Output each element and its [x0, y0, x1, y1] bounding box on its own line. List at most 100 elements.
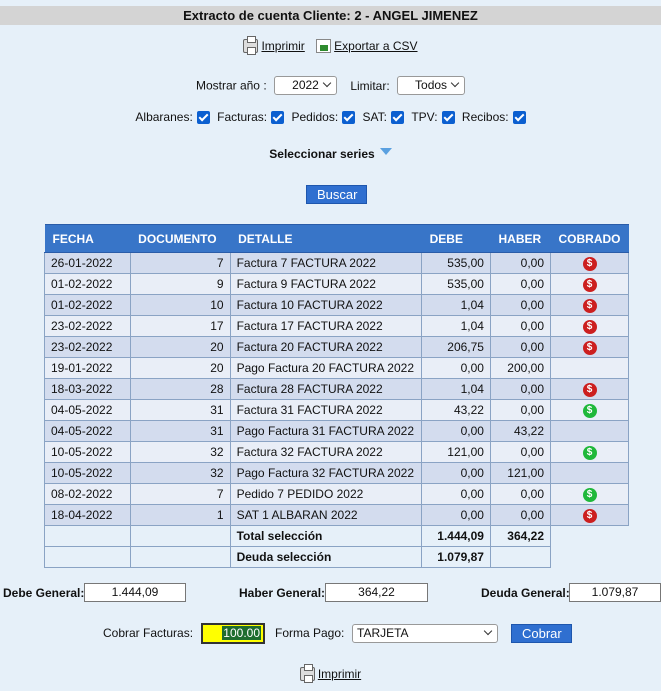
chevron-down-icon	[483, 626, 493, 636]
cell-documento: 20	[129, 336, 231, 358]
cell-detalle: Factura 28 FACTURA 2022	[229, 378, 423, 400]
filter-tpv-label: TPV:	[411, 110, 438, 124]
table-header-row: FECHA DOCUMENTO DETALLE DEBE HABER COBRA…	[44, 224, 629, 253]
cell-detalle: SAT 1 ALBARAN 2022	[229, 504, 423, 526]
forma-pago-label: Forma Pago:	[275, 626, 345, 640]
paid-dollar-icon[interactable]: $	[582, 404, 597, 418]
blank-cell	[44, 546, 131, 568]
cell-haber: 121,00	[489, 462, 552, 484]
unpaid-dollar-icon[interactable]: $	[582, 299, 597, 313]
cell-debe: 0,00	[421, 483, 491, 505]
cell-debe: 535,00	[421, 252, 491, 274]
paid-dollar-icon[interactable]: $	[582, 488, 597, 502]
cell-fecha: 23-02-2022	[44, 315, 131, 337]
unpaid-dollar-icon[interactable]: $	[582, 509, 597, 523]
total-debe: 1.444,09	[421, 525, 491, 547]
cell-haber: 0,00	[489, 483, 552, 505]
haber-general-field: 364,22	[325, 583, 428, 602]
unpaid-dollar-icon[interactable]: $	[582, 320, 597, 334]
cell-cobrado	[550, 462, 629, 484]
cell-cobrado: $	[550, 315, 629, 337]
cell-debe: 206,75	[421, 336, 491, 358]
unpaid-dollar-icon[interactable]: $	[582, 278, 597, 292]
albaranes-checkbox[interactable]	[196, 110, 210, 124]
cell-documento: 31	[129, 399, 231, 421]
sat-checkbox[interactable]	[390, 110, 404, 124]
paid-dollar-icon[interactable]: $	[582, 446, 597, 460]
table-row: 26-01-2022 7 Factura 7 FACTURA 2022 535,00 0…	[44, 252, 629, 274]
table-row: 23-02-2022 20 Factura 20 FACTURA 2022 206,7…	[44, 336, 629, 358]
bottom-print-link[interactable]: Imprimir	[299, 664, 361, 683]
cell-detalle: Factura 31 FACTURA 2022	[229, 399, 423, 421]
table-row: 01-02-2022 9 Factura 9 FACTURA 2022 535,00 0…	[44, 273, 629, 295]
blank-cell	[489, 546, 552, 568]
blank-cell	[129, 546, 231, 568]
cell-haber: 0,00	[489, 252, 552, 274]
cell-cobrado: $	[550, 378, 629, 400]
blank-cell	[550, 525, 629, 547]
cobrar-row: Cobrar Facturas: 100.00 Forma Pago: TARJ…	[0, 623, 661, 645]
export-csv-link[interactable]: Exportar a CSV	[316, 39, 418, 53]
cell-fecha: 01-02-2022	[44, 273, 131, 295]
cell-fecha: 23-02-2022	[44, 336, 131, 358]
print-link[interactable]: Imprimir	[243, 36, 305, 55]
cell-fecha: 08-02-2022	[44, 483, 131, 505]
pedidos-checkbox[interactable]	[342, 110, 356, 124]
cell-haber: 0,00	[489, 504, 552, 526]
cell-fecha: 10-05-2022	[44, 462, 131, 484]
cell-debe: 0,00	[421, 420, 491, 442]
forma-pago-value: TARJETA	[357, 626, 409, 640]
cell-debe: 1,04	[421, 294, 491, 316]
unpaid-dollar-icon[interactable]: $	[582, 341, 597, 355]
blank-cell	[550, 546, 629, 568]
cobrar-button[interactable]: Cobrar	[511, 624, 572, 643]
filter-facturas-label: Facturas:	[217, 110, 268, 124]
search-button[interactable]: Buscar	[306, 185, 367, 204]
col-detalle: DETALLE	[230, 224, 422, 253]
filter-row: Mostrar año : 2022 Limitar: Todos	[0, 76, 661, 95]
col-haber: HABER	[490, 224, 551, 253]
limit-label: Limitar:	[350, 78, 390, 93]
table-row: 04-05-2022 31 Factura 31 FACTURA 2022 43,22…	[44, 399, 629, 421]
cell-cobrado: $	[550, 252, 629, 274]
general-totals: Debe General: 1.444,09 Haber General: 36…	[0, 583, 661, 603]
facturas-checkbox[interactable]	[271, 110, 285, 124]
cell-documento: 17	[129, 315, 231, 337]
cell-haber: 0,00	[489, 378, 552, 400]
cell-fecha: 01-02-2022	[44, 294, 131, 316]
deuda-label: Deuda selección	[229, 546, 423, 568]
filter-facturas: Facturas:	[217, 110, 285, 124]
cell-debe: 0,00	[421, 504, 491, 526]
cell-haber: 0,00	[489, 399, 552, 421]
col-documento: DOCUMENTO	[130, 224, 231, 253]
deuda-general-field: 1.079,87	[569, 583, 661, 602]
cell-documento: 7	[129, 252, 231, 274]
filter-sat-label: SAT:	[362, 110, 387, 124]
col-fecha: FECHA	[44, 224, 131, 253]
limit-select[interactable]: Todos	[397, 76, 466, 95]
cell-fecha: 10-05-2022	[44, 441, 131, 463]
unpaid-dollar-icon[interactable]: $	[582, 257, 597, 271]
cell-documento: 10	[129, 294, 231, 316]
cell-debe: 0,00	[421, 357, 491, 379]
cell-cobrado	[550, 357, 629, 379]
cell-documento: 31	[129, 420, 231, 442]
year-select[interactable]: 2022	[274, 76, 337, 95]
tpv-checkbox[interactable]	[441, 110, 455, 124]
table-row: 23-02-2022 17 Factura 17 FACTURA 2022 1,04 0…	[44, 315, 629, 337]
cell-cobrado: $	[550, 504, 629, 526]
cell-debe: 0,00	[421, 462, 491, 484]
total-label: Total selección	[229, 525, 423, 547]
cell-cobrado: $	[550, 483, 629, 505]
top-actions: Imprimir Exportar a CSV	[0, 36, 661, 56]
select-series-toggle[interactable]: Seleccionar series	[0, 147, 661, 161]
unpaid-dollar-icon[interactable]: $	[582, 383, 597, 397]
table-row: 18-03-2022 28 Factura 28 FACTURA 2022 1,04 0…	[44, 378, 629, 400]
recibos-checkbox[interactable]	[512, 110, 526, 124]
table-row: 01-02-2022 10 Factura 10 FACTURA 2022 1,04 0…	[44, 294, 629, 316]
print-link-label: Imprimir	[261, 39, 305, 53]
forma-pago-select[interactable]: TARJETA	[352, 624, 498, 643]
cobrar-amount-input[interactable]: 100.00	[201, 623, 265, 644]
statement-table: FECHA DOCUMENTO DETALLE DEBE HABER COBRA…	[44, 224, 629, 568]
select-series-label: Seleccionar series	[269, 147, 375, 161]
